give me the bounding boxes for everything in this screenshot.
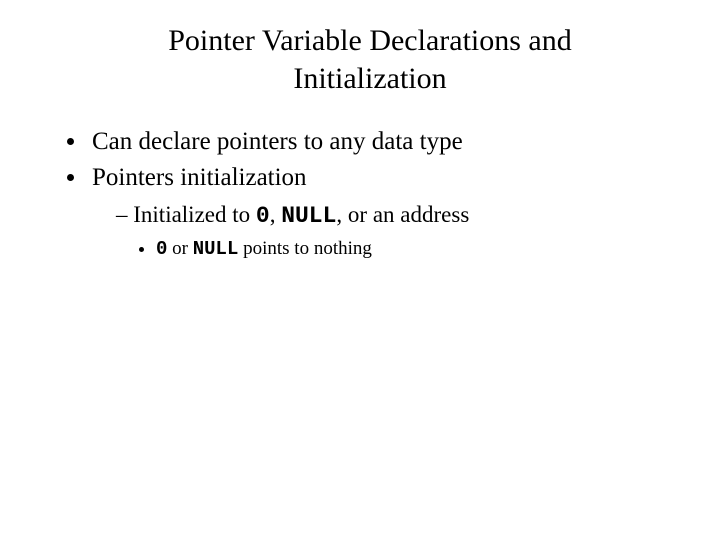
sub-sub-bullet-item: 0 or NULL points to nothing <box>156 236 680 263</box>
sub-sub-bullet-list: 0 or NULL points to nothing <box>116 236 680 263</box>
sub-bullet-list: Initialized to 0, NULL, or an address 0 … <box>92 199 680 263</box>
slide-title: Pointer Variable Declarations and Initia… <box>60 22 680 97</box>
bullet-list: Can declare pointers to any data type Po… <box>60 125 680 262</box>
bullet-item: Can declare pointers to any data type <box>88 125 680 159</box>
sub-sub-bullet-text: or <box>167 238 192 259</box>
code-zero: 0 <box>156 238 167 260</box>
code-null: NULL <box>281 203 336 229</box>
bullet-text: Pointers initialization <box>92 164 307 191</box>
sub-bullet-text: Initialized to <box>133 202 256 227</box>
sub-sub-bullet-text: points to nothing <box>238 238 372 259</box>
code-null: NULL <box>193 238 239 260</box>
code-zero: 0 <box>256 203 270 229</box>
bullet-text: Can declare pointers to any data type <box>92 128 463 155</box>
sub-bullet-text: , or an address <box>336 202 469 227</box>
bullet-item: Pointers initialization Initialized to 0… <box>88 161 680 262</box>
sub-bullet-text: , <box>270 202 282 227</box>
slide: Pointer Variable Declarations and Initia… <box>0 0 720 304</box>
sub-bullet-item: Initialized to 0, NULL, or an address 0 … <box>116 199 680 263</box>
